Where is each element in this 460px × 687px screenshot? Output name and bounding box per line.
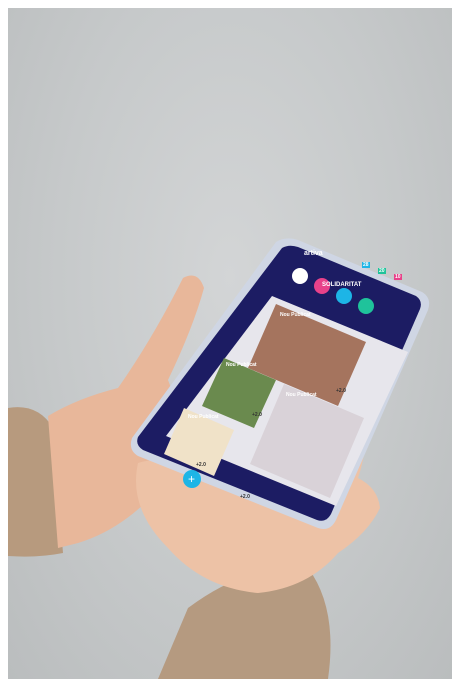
photo-background: + artiva SOLIDARITAT 28 20 10 Nou Public… <box>8 8 452 679</box>
card-count: +2.0 <box>336 388 346 394</box>
badge-2: 20 <box>378 268 386 274</box>
card-count: +2.0 <box>240 494 250 500</box>
card-tag: Nou Publicat <box>280 312 311 318</box>
badge-3: 10 <box>394 274 402 280</box>
card-count: +2.0 <box>252 412 262 418</box>
brand-label: artiva <box>304 250 323 257</box>
card-tag: Nou Publicat <box>286 392 317 398</box>
hand-icon <box>336 288 352 304</box>
card-tag: Nou Publicat <box>188 414 219 420</box>
svg-text:+: + <box>188 472 195 486</box>
smartphone: + artiva SOLIDARITAT 28 20 10 Nou Public… <box>126 236 436 541</box>
card-tag: Nou Publicat <box>226 362 257 368</box>
eye-icon <box>292 268 308 284</box>
bowl-icon <box>358 298 374 314</box>
card-count: +2.0 <box>196 462 206 468</box>
badge-1: 28 <box>362 262 370 268</box>
section-title[interactable]: SOLIDARITAT <box>322 282 361 288</box>
